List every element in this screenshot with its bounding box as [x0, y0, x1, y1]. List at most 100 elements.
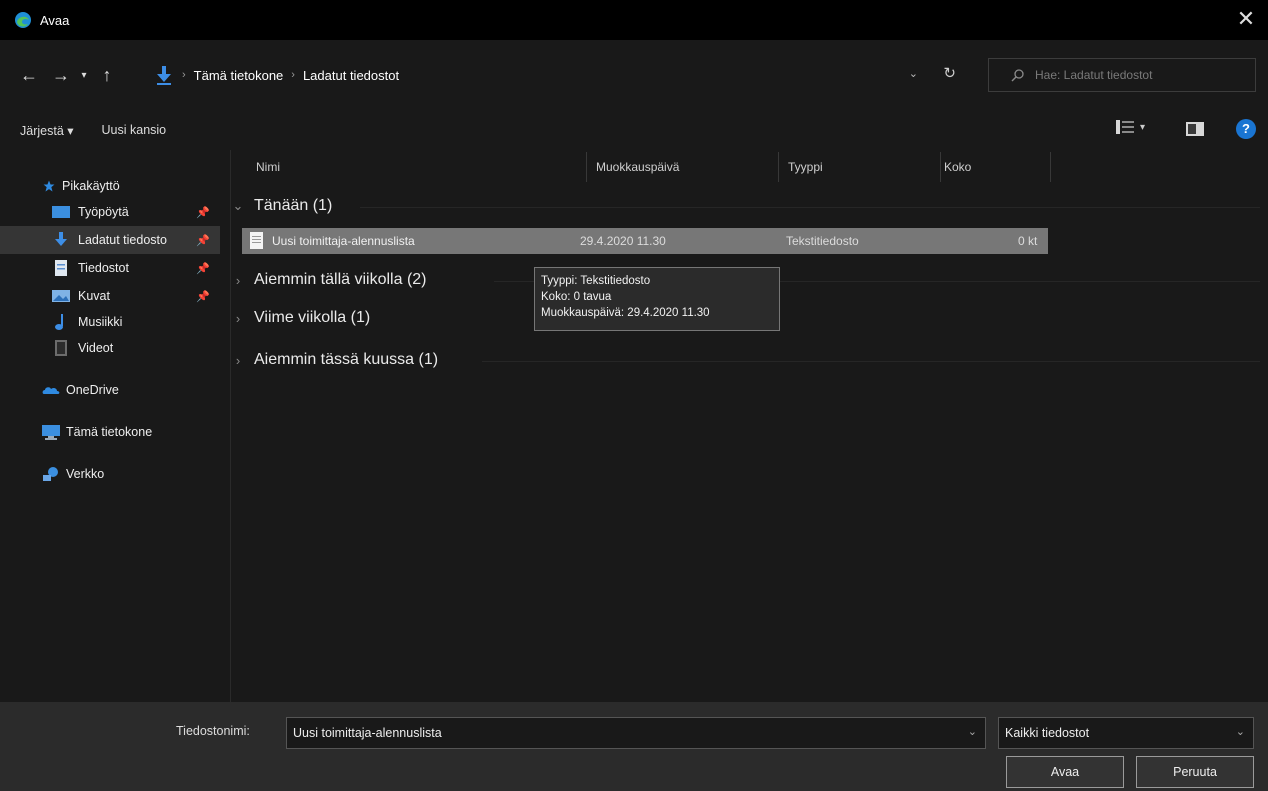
breadcrumb-separator: ›: [182, 69, 186, 81]
sidebar-item-videos[interactable]: Videot: [0, 334, 220, 362]
download-icon: [55, 232, 67, 246]
tooltip-modified: Muokkauspäivä: 29.4.2020 11.30: [541, 307, 710, 319]
sidebar-item-music[interactable]: Musiikki: [0, 308, 220, 336]
sidebar-item-label: Musiikki: [78, 315, 123, 329]
group-header-earlier-this-week[interactable]: › Aiemmin tällä viikolla (2): [232, 266, 427, 294]
open-button[interactable]: Avaa: [1006, 756, 1124, 788]
edge-browser-icon: [15, 12, 31, 28]
sidebar-item-quick-access[interactable]: Pikakäyttö: [0, 172, 220, 200]
pin-icon[interactable]: 📌: [196, 206, 210, 219]
column-divider[interactable]: [940, 152, 941, 182]
navigation-pane: Pikakäyttö Työpöytä 📌 Ladatut tiedosto 📌…: [0, 150, 220, 702]
desktop-icon: [52, 206, 70, 218]
pane-divider[interactable]: [230, 150, 231, 702]
group-header-last-week[interactable]: › Viime viikolla (1): [232, 304, 370, 332]
column-header-type[interactable]: Tyyppi: [788, 160, 823, 174]
text-file-icon: [250, 232, 263, 249]
chevron-down-icon[interactable]: ▾: [74, 70, 94, 81]
window-title: Avaa: [40, 12, 70, 28]
organize-button[interactable]: Järjestä ▾: [20, 123, 74, 138]
breadcrumb-separator: ›: [291, 69, 295, 81]
title-bar: Avaa ✕: [0, 0, 1268, 40]
filetype-select[interactable]: Kaikki tiedostot ⌄: [998, 717, 1254, 749]
file-modified: 29.4.2020 11.30: [580, 234, 666, 248]
file-info-tooltip: Tyyppi: Tekstitiedosto Koko: 0 tavua Muo…: [534, 267, 780, 331]
sidebar-item-label: Tiedostot: [78, 261, 129, 275]
sidebar-item-desktop[interactable]: Työpöytä 📌: [0, 198, 220, 226]
sidebar-item-label: Työpöytä: [78, 205, 129, 219]
address-history-chevron-icon[interactable]: ⌄: [909, 67, 918, 80]
help-icon[interactable]: ?: [1236, 119, 1256, 139]
sidebar-item-label: Kuvat: [78, 289, 110, 303]
view-options-button[interactable]: ▾: [1116, 120, 1145, 134]
pin-icon[interactable]: 📌: [196, 234, 210, 247]
sidebar-item-label: OneDrive: [66, 383, 119, 397]
group-divider: [360, 207, 1260, 208]
file-type: Tekstitiedosto: [786, 234, 859, 248]
file-size: 0 kt: [1018, 234, 1038, 248]
filetype-value: Kaikki tiedostot: [1005, 726, 1090, 740]
group-header-today[interactable]: ⌄ Tänään (1): [232, 192, 333, 220]
chevron-down-icon: ▾: [1140, 121, 1146, 133]
pin-icon[interactable]: 📌: [196, 262, 210, 275]
column-divider[interactable]: [778, 152, 779, 182]
computer-icon: [42, 425, 60, 440]
sidebar-item-network[interactable]: Verkko: [0, 460, 220, 488]
filename-input[interactable]: [293, 726, 943, 740]
sidebar-item-pictures[interactable]: Kuvat 📌: [0, 282, 220, 310]
close-icon[interactable]: ✕: [1234, 8, 1258, 32]
cancel-button[interactable]: Peruuta: [1136, 756, 1254, 788]
sidebar-item-documents[interactable]: Tiedostot 📌: [0, 254, 220, 282]
column-header-name[interactable]: Nimi: [256, 160, 280, 174]
chevron-down-icon: ⌄: [1235, 726, 1245, 738]
pictures-icon: [52, 290, 70, 302]
sidebar-item-downloads[interactable]: Ladatut tiedosto 📌: [0, 226, 220, 254]
pin-icon[interactable]: 📌: [196, 290, 210, 303]
sidebar-item-label: Ladatut tiedosto: [78, 233, 167, 247]
star-icon: [43, 180, 55, 192]
arrow-up-icon[interactable]: ↑: [94, 65, 120, 86]
refresh-icon[interactable]: ↻: [943, 64, 956, 82]
cloud-icon: [42, 387, 60, 394]
sidebar-item-this-pc[interactable]: Tämä tietokone: [0, 418, 220, 446]
group-label: Aiemmin tällä viikolla (2): [254, 271, 427, 288]
command-toolbar: Järjestä ▾ Uusi kansio ▾ ?: [0, 112, 1268, 148]
arrow-right-icon[interactable]: →: [48, 65, 74, 86]
preview-pane-icon[interactable]: [1186, 122, 1204, 136]
sidebar-item-onedrive[interactable]: OneDrive: [0, 376, 220, 404]
search-input[interactable]: [1035, 68, 1245, 82]
breadcrumb-this-pc[interactable]: Tämä tietokone: [194, 68, 284, 83]
search-box[interactable]: [988, 58, 1256, 92]
table-row[interactable]: Uusi toimittaja-alennuslista 29.4.2020 1…: [242, 228, 1048, 254]
column-header-modified[interactable]: Muokkauspäivä: [596, 160, 679, 174]
column-header-size[interactable]: Koko: [944, 160, 971, 174]
address-bar[interactable]: › Tämä tietokone › Ladatut tiedostot ⌄ ↻: [150, 58, 974, 92]
navigation-bar: ← → ▾ ↑ › Tämä tietokone › Ladatut tiedo…: [0, 52, 1268, 98]
file-list: Nimi Muokkauspäivä Tyyppi Koko ⌄ Tänään …: [232, 150, 1268, 702]
chevron-right-icon: ›: [235, 272, 241, 288]
tooltip-type: Tyyppi: Tekstitiedosto: [541, 275, 651, 287]
sidebar-item-label: Pikakäyttö: [62, 179, 120, 193]
file-name: Uusi toimittaja-alennuslista: [272, 234, 415, 248]
arrow-left-icon[interactable]: ←: [16, 65, 42, 86]
breadcrumb-downloads[interactable]: Ladatut tiedostot: [303, 68, 399, 83]
group-label: Tänään (1): [254, 197, 333, 214]
music-icon: [55, 314, 63, 330]
network-icon: [43, 467, 58, 481]
dialog-footer: Tiedostonimi: ⌄ Kaikki tiedostot ⌄ Avaa …: [0, 702, 1268, 791]
group-label: Viime viikolla (1): [254, 309, 371, 326]
filename-combobox[interactable]: ⌄: [286, 717, 986, 749]
document-icon: [55, 260, 67, 276]
download-folder-icon: [157, 66, 171, 85]
chevron-down-icon[interactable]: ⌄: [968, 725, 977, 738]
chevron-down-icon: ⌄: [232, 198, 244, 213]
group-divider: [482, 361, 1260, 362]
tooltip-size: Koko: 0 tavua: [541, 291, 612, 303]
search-icon: [1011, 69, 1024, 82]
group-header-earlier-this-month[interactable]: › Aiemmin tässä kuussa (1): [232, 346, 438, 374]
sidebar-item-label: Videot: [78, 341, 114, 355]
column-divider[interactable]: [1050, 152, 1051, 182]
sidebar-item-label: Tämä tietokone: [66, 425, 153, 439]
new-folder-button[interactable]: Uusi kansio: [102, 123, 167, 137]
column-divider[interactable]: [586, 152, 587, 182]
